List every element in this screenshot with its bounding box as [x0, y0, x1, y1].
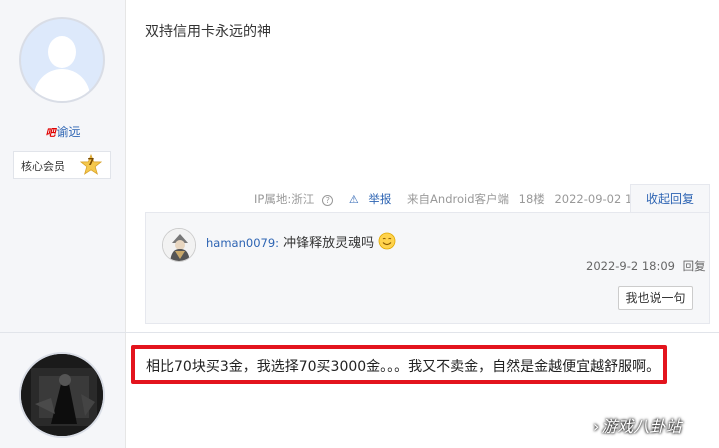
avatar-head-shape	[48, 36, 76, 68]
arrow-icon: ›	[593, 417, 600, 436]
member-level-badge[interactable]: 核心会员 7	[13, 151, 111, 179]
reply-text: 冲锋释放灵魂吗	[283, 236, 375, 251]
reply-panel: haman0079: 冲锋释放灵魂吗 2022-9-2 18:09 回复 我也说…	[145, 212, 710, 324]
warning-icon: ⚠	[348, 193, 359, 206]
report-link[interactable]: ⚠ 举报	[349, 192, 398, 206]
reply-time: 2022-9-2 18:09	[586, 259, 675, 273]
user-avatar-photo[interactable]	[19, 352, 105, 438]
reply-meta: 2022-9-2 18:09 回复	[586, 258, 706, 274]
floor-number: 18楼	[518, 192, 545, 206]
post-content: 相比70块买3金，我选择70买3000金。。。我又不卖金，自然是金越便宜越舒服啊…	[146, 359, 661, 375]
client-source: 来自Android客户端	[407, 192, 510, 206]
collapse-replies-button[interactable]: 收起回复	[630, 184, 710, 212]
column-divider	[125, 0, 126, 448]
avatar-photo-image	[21, 354, 103, 436]
help-icon[interactable]: ?	[322, 195, 334, 206]
post-content: 双持信用卡永远的神	[145, 24, 271, 40]
post-divider	[0, 332, 719, 333]
user-avatar-default[interactable]	[19, 17, 105, 103]
reply-link[interactable]: 回复	[683, 259, 706, 273]
reply-user-avatar[interactable]	[162, 228, 196, 262]
ip-location: IP属地:浙江?	[254, 192, 339, 206]
author-name[interactable]: 吧谕远	[0, 123, 126, 140]
author-name-text: 谕远	[56, 125, 81, 139]
reply-username[interactable]: haman0079:	[206, 236, 279, 250]
member-level-number: 7	[87, 157, 95, 168]
reply-avatar-icon	[163, 229, 195, 261]
member-label: 核心会员	[21, 160, 65, 173]
smile-emoji-icon	[378, 232, 396, 250]
post-meta-bar: IP属地:浙江? ⚠ 举报 来自Android客户端 18楼 2022-09-0…	[254, 191, 664, 207]
site-watermark: › 游戏八卦站	[593, 417, 682, 436]
say-something-button[interactable]: 我也说一句	[618, 286, 693, 310]
reply-body: haman0079: 冲锋释放灵魂吗	[206, 232, 396, 251]
vip-badge-icon: 吧	[45, 128, 56, 139]
avatar-body-shape	[34, 69, 90, 101]
